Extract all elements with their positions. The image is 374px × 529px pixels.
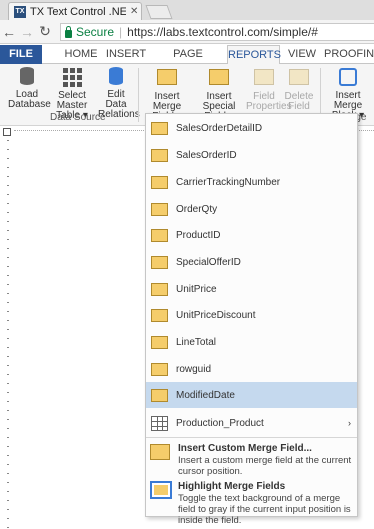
menu-item-field[interactable]: UnitPriceDiscount <box>146 302 357 328</box>
tab-view[interactable]: VIEW <box>285 45 319 64</box>
menu-item-field[interactable]: rowguid <box>146 356 357 382</box>
menu-item-field[interactable]: ProductID <box>146 222 357 248</box>
highlight-fields-desc: Toggle the text background of a merge fi… <box>178 493 351 526</box>
merge-field-icon <box>151 175 168 189</box>
menu-item-field[interactable]: SalesOrderDetailID <box>146 115 357 141</box>
database-icon <box>17 67 37 87</box>
merge-field-icon <box>151 255 168 269</box>
delete-field-button[interactable]: Delete Field <box>282 67 316 112</box>
delete-field-icon <box>289 69 309 89</box>
merge-field-icon <box>151 335 168 349</box>
merge-field-icon <box>157 69 177 89</box>
group-label-data-source: Data Source <box>50 112 106 123</box>
lock-icon <box>65 25 72 38</box>
merge-block-icon <box>338 68 358 88</box>
reload-icon[interactable]: ↻ <box>36 23 54 40</box>
menu-item-label: rowguid <box>176 363 212 375</box>
merge-field-icon <box>151 282 168 296</box>
ribbon-tabs: FILE HOME INSERT PAGE LAYOUT REPORTS VIE… <box>0 45 374 79</box>
tab-home[interactable]: HOME <box>58 45 104 64</box>
merge-field-icon <box>151 202 168 216</box>
custom-field-title: Insert Custom Merge Field... <box>178 443 312 454</box>
menu-item-field-highlighted[interactable]: ModifiedDate <box>146 382 357 408</box>
highlight-fields-title: Highlight Merge Fields <box>178 481 286 492</box>
menu-item-field[interactable]: LineTotal <box>146 329 357 355</box>
field-properties-button[interactable]: Field Properties <box>246 67 292 112</box>
separator: | <box>119 25 123 39</box>
merge-field-icon <box>151 388 168 402</box>
tab-file[interactable]: FILE <box>0 45 42 64</box>
menu-item-submenu-table[interactable]: Production_Product › <box>146 410 357 436</box>
menu-item-label: UnitPrice <box>176 283 217 295</box>
merge-field-menu: SalesOrderDetailID SalesOrderID CarrierT… <box>145 113 358 526</box>
menu-item-field[interactable]: OrderQty <box>146 196 357 222</box>
merge-field-icon <box>151 148 168 162</box>
highlight-merge-fields-item[interactable]: Highlight Merge Fields Toggle the text b… <box>146 476 357 526</box>
close-icon[interactable]: ✕ <box>130 6 138 17</box>
tab-stop-icon[interactable] <box>3 128 11 136</box>
menu-item-label: SpecialOfferID <box>176 256 241 268</box>
tx-favicon-icon: TX <box>14 5 26 18</box>
tab-page-layout[interactable]: PAGE LAYOUT <box>152 45 224 79</box>
data-relations-icon <box>106 67 126 87</box>
menu-item-label: Production_Product <box>176 417 264 429</box>
address-bar: ← → ↻ Secure | https://labs.textcontrol.… <box>0 20 374 44</box>
menu-item-label: OrderQty <box>176 203 218 215</box>
menu-item-label: CarrierTrackingNumber <box>176 176 281 188</box>
table-icon <box>151 415 168 431</box>
menu-item-field[interactable]: CarrierTrackingNumber <box>146 169 357 195</box>
merge-field-icon <box>151 121 168 135</box>
forward-icon[interactable]: → <box>18 24 36 40</box>
merge-field-icon <box>150 444 170 460</box>
tab-reports[interactable]: REPORTS <box>227 45 281 65</box>
menu-item-label: SalesOrderDetailID <box>176 122 263 134</box>
load-database-button[interactable]: Load Database <box>8 67 51 110</box>
back-icon[interactable]: ← <box>0 24 18 40</box>
special-field-icon <box>209 69 229 89</box>
field-properties-label: Field Properties <box>246 91 292 112</box>
browser-tabstrip: TX TX Text Control .NET Serv ✕ <box>0 0 374 20</box>
group-separator <box>138 68 139 122</box>
load-database-label: Load Database <box>8 89 51 110</box>
menu-item-field[interactable]: SpecialOfferID <box>146 249 357 275</box>
url-text: https://labs.textcontrol.com/simple/# <box>127 25 318 39</box>
url-input[interactable]: Secure | https://labs.textcontrol.com/si… <box>60 23 374 41</box>
tab-proofing[interactable]: PROOFING <box>324 45 374 64</box>
custom-field-desc: Insert a custom merge field at the curre… <box>178 455 352 477</box>
merge-field-icon <box>151 308 168 322</box>
highlight-fields-icon <box>150 481 172 499</box>
menu-item-label: ProductID <box>176 229 221 241</box>
menu-item-label: SalesOrderID <box>176 149 237 161</box>
merge-field-icon <box>151 362 168 376</box>
menu-item-label: ModifiedDate <box>176 389 235 401</box>
menu-item-label: LineTotal <box>176 336 217 348</box>
merge-field-icon <box>151 228 168 242</box>
table-grid-icon <box>62 68 82 88</box>
menu-item-field[interactable]: UnitPrice <box>146 276 357 302</box>
menu-item-label: UnitPriceDiscount <box>176 309 256 321</box>
menu-item-field[interactable]: SalesOrderID <box>146 142 357 168</box>
tab-insert[interactable]: INSERT <box>104 45 148 64</box>
chevron-right-icon: › <box>348 418 351 428</box>
new-tab-button[interactable] <box>145 5 173 19</box>
field-properties-icon <box>254 69 274 89</box>
delete-field-label: Delete Field <box>284 91 314 112</box>
tab-title: TX Text Control .NET Serv <box>30 5 126 18</box>
secure-label: Secure <box>76 25 115 39</box>
vertical-ruler <box>4 140 12 529</box>
browser-tab[interactable]: TX TX Text Control .NET Serv ✕ <box>8 2 142 20</box>
insert-custom-merge-field-item[interactable]: Insert Custom Merge Field... Insert a cu… <box>146 438 357 477</box>
